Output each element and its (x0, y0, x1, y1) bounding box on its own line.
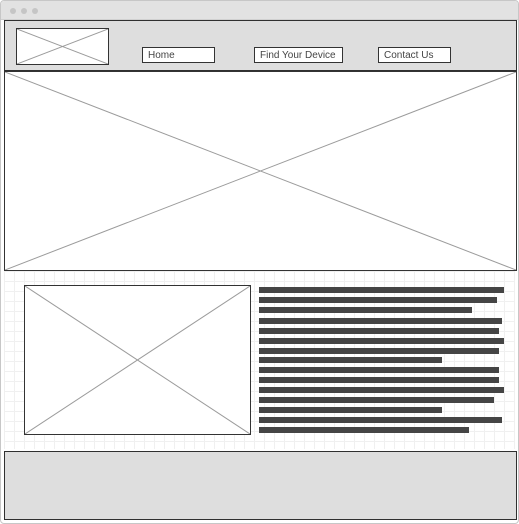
nav-find-device-button[interactable]: Find Your Device (254, 47, 343, 63)
window-control-dot (10, 8, 16, 14)
content-section (4, 271, 515, 449)
text-placeholder-line (259, 318, 502, 324)
content-image-placeholder (24, 285, 251, 435)
image-placeholder-icon (17, 29, 108, 64)
hero-image-placeholder (4, 71, 517, 271)
text-placeholder-line (259, 307, 472, 313)
nav-home-button[interactable]: Home (142, 47, 215, 63)
text-placeholder-line (259, 397, 494, 403)
text-placeholder-line (259, 407, 442, 413)
window-titlebar (1, 1, 518, 20)
nav-contact-button[interactable]: Contact Us (378, 47, 451, 63)
image-placeholder-icon (25, 286, 250, 434)
text-placeholder-line (259, 357, 442, 363)
text-placeholder-line (259, 297, 497, 303)
window-control-dot (21, 8, 27, 14)
text-placeholder-line (259, 427, 469, 433)
text-placeholder-line (259, 417, 502, 423)
text-placeholder-line (259, 348, 499, 354)
site-footer (4, 451, 517, 520)
window-control-dot (32, 8, 38, 14)
text-placeholder-line (259, 387, 504, 393)
image-placeholder-icon (5, 72, 516, 270)
text-placeholder-block (259, 287, 509, 435)
text-placeholder-line (259, 377, 499, 383)
site-header: Home Find Your Device Contact Us (4, 20, 517, 71)
logo-placeholder[interactable] (16, 28, 109, 65)
text-placeholder-line (259, 287, 504, 293)
text-placeholder-line (259, 338, 504, 344)
text-placeholder-line (259, 328, 499, 334)
browser-window: Home Find Your Device Contact Us (0, 0, 519, 524)
text-placeholder-line (259, 367, 499, 373)
